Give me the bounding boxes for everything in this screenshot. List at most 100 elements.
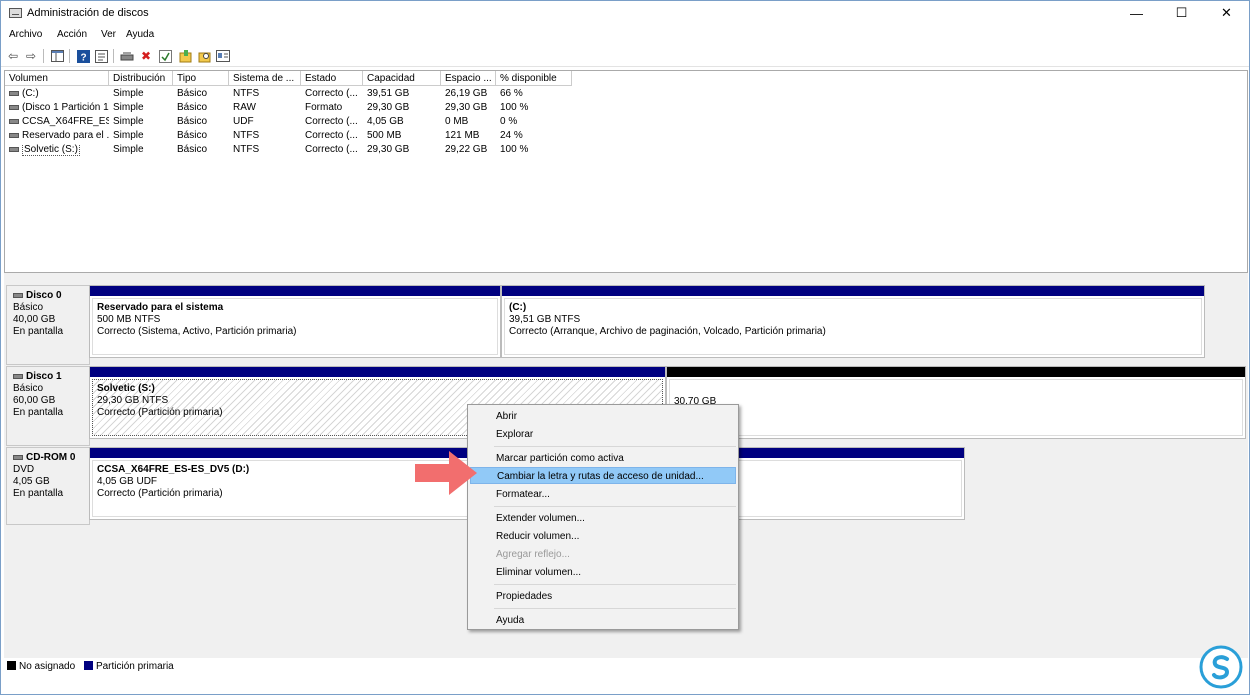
- legend: No asignado Partición primaria: [7, 661, 174, 673]
- unallocated-swatch: [7, 661, 16, 670]
- table-cell: Básico: [177, 130, 208, 141]
- menu-item-agregar-reflejo: Agregar reflejo...: [496, 549, 570, 560]
- cdrom-icon: [13, 454, 23, 460]
- pointer-arrow-icon: [415, 451, 477, 495]
- partition-c[interactable]: (C:) 39,51 GB NTFS Correcto (Arranque, A…: [501, 285, 1205, 358]
- menu-archivo[interactable]: Archivo: [9, 29, 42, 40]
- column-header-espacio[interactable]: Espacio ...: [441, 71, 496, 86]
- menu-item-cambiar-letra[interactable]: Cambiar la letra y rutas de acceso de un…: [470, 467, 736, 484]
- menu-item-eliminar[interactable]: Eliminar volumen...: [470, 564, 736, 581]
- menu-item-marcar-activa[interactable]: Marcar partición como activa: [470, 450, 736, 467]
- table-cell: Formato: [305, 102, 343, 113]
- table-cell: Correcto (...: [305, 144, 358, 155]
- disk-management-app-icon: [9, 8, 22, 18]
- help-icon[interactable]: ?: [75, 48, 91, 64]
- options-icon[interactable]: [215, 48, 231, 64]
- table-cell: 500 MB: [367, 130, 402, 141]
- volume-name-cell[interactable]: (Disco 1 Partición 1): [5, 102, 109, 116]
- column-header-estado[interactable]: Estado: [301, 71, 363, 86]
- menu-item-extender[interactable]: Extender volumen...: [470, 510, 736, 527]
- volume-name-cell[interactable]: (C:): [5, 88, 109, 102]
- table-cell: RAW: [233, 102, 256, 113]
- back-arrow-icon[interactable]: ⇦: [5, 48, 21, 64]
- toolbar: ⇦ ⇨ ? ✖: [1, 45, 1249, 67]
- new-folder-icon[interactable]: [177, 48, 193, 64]
- column-header-porcentaje[interactable]: % disponible: [496, 71, 572, 86]
- show-hide-console-tree-icon[interactable]: [49, 48, 65, 64]
- menu-item-propiedades[interactable]: Propiedades: [470, 588, 736, 605]
- disk-icon: [13, 292, 23, 298]
- table-cell: Correcto (...: [305, 116, 358, 127]
- table-cell: NTFS: [233, 144, 260, 155]
- column-header-sistema[interactable]: Sistema de ...: [229, 71, 301, 86]
- table-cell: Correcto (...: [305, 88, 358, 99]
- table-cell: 4,05 GB: [367, 116, 404, 127]
- context-menu: Abrir Explorar Marcar partición como act…: [467, 404, 739, 630]
- menu-item-ayuda[interactable]: Ayuda: [470, 612, 736, 629]
- table-cell: 29,30 GB: [367, 102, 410, 113]
- table-cell: Básico: [177, 102, 208, 113]
- menu-accion[interactable]: Acción: [57, 29, 87, 40]
- window-title: Administración de discos: [27, 7, 149, 19]
- table-cell: 0 MB: [445, 116, 469, 127]
- primary-partition-bar: [502, 286, 1204, 296]
- table-cell: 29,22 GB: [445, 144, 488, 155]
- table-cell: Simple: [113, 88, 144, 99]
- volume-list[interactable]: Volumen Distribución Tipo Sistema de ...…: [4, 70, 1248, 273]
- volume-icon: [9, 146, 19, 152]
- menu-item-reducir[interactable]: Reducir volumen...: [470, 528, 736, 545]
- table-cell: Simple: [113, 144, 144, 155]
- menu-item-abrir[interactable]: Abrir: [470, 408, 736, 425]
- table-cell: 100 %: [500, 144, 529, 155]
- volume-icon: [9, 104, 19, 110]
- forward-arrow-icon[interactable]: ⇨: [23, 48, 39, 64]
- close-button[interactable]: ✕: [1204, 1, 1249, 25]
- check-icon[interactable]: [157, 48, 173, 64]
- menu-ver[interactable]: Ver: [101, 29, 116, 40]
- volume-name-cell[interactable]: Reservado para el ...: [5, 130, 109, 144]
- minimize-button[interactable]: —: [1114, 1, 1159, 25]
- volume-icon: [9, 132, 19, 138]
- volume-name-cell[interactable]: Solvetic (S:): [5, 144, 109, 158]
- svg-text:?: ?: [80, 52, 86, 63]
- table-cell: 39,51 GB: [367, 88, 410, 99]
- delete-icon[interactable]: ✖: [138, 48, 154, 64]
- table-cell: Correcto (...: [305, 130, 358, 141]
- column-header-tipo[interactable]: Tipo: [173, 71, 229, 86]
- disk-icon: [13, 373, 23, 379]
- table-cell: NTFS: [233, 88, 260, 99]
- menu-item-explorar[interactable]: Explorar: [470, 426, 736, 443]
- volume-name-cell[interactable]: CCSA_X64FRE_ES-...: [5, 116, 109, 130]
- disk-0-label[interactable]: Disco 0 Básico 40,00 GB En pantalla: [6, 285, 90, 365]
- menu-bar: Archivo Acción Ver Ayuda: [1, 26, 1249, 44]
- table-cell: 24 %: [500, 130, 523, 141]
- table-cell: Básico: [177, 116, 208, 127]
- primary-partition-bar: [90, 286, 500, 296]
- table-cell: Simple: [113, 130, 144, 141]
- primary-partition-bar: [90, 367, 665, 377]
- table-cell: Simple: [113, 116, 144, 127]
- search-folder-icon[interactable]: [196, 48, 212, 64]
- table-cell: 100 %: [500, 102, 529, 113]
- legend-primary: Partición primaria: [95, 661, 174, 672]
- maximize-button[interactable]: ☐: [1159, 1, 1204, 25]
- partition-reservado[interactable]: Reservado para el sistema 500 MB NTFS Co…: [89, 285, 501, 358]
- primary-swatch: [83, 661, 93, 670]
- connect-drive-icon[interactable]: [119, 48, 135, 64]
- table-cell: 29,30 GB: [445, 102, 488, 113]
- table-cell: 0 %: [500, 116, 518, 127]
- table-cell: 29,30 GB: [367, 144, 410, 155]
- column-header-distribucion[interactable]: Distribución: [109, 71, 173, 86]
- cdrom-icon: [9, 118, 19, 124]
- title-bar[interactable]: Administración de discos — ☐ ✕: [1, 1, 1249, 25]
- partition-unallocated[interactable]: 30,70 GB: [666, 366, 1246, 439]
- cdrom-0-label[interactable]: CD-ROM 0 DVD 4,05 GB En pantalla: [6, 447, 90, 525]
- menu-ayuda[interactable]: Ayuda: [126, 29, 154, 40]
- table-cell: 26,19 GB: [445, 88, 488, 99]
- column-header-volumen[interactable]: Volumen: [5, 71, 109, 86]
- column-header-capacidad[interactable]: Capacidad: [363, 71, 441, 86]
- menu-item-formatear[interactable]: Formatear...: [470, 486, 736, 503]
- disk-1-label[interactable]: Disco 1 Básico 60,00 GB En pantalla: [6, 366, 90, 446]
- properties-icon[interactable]: [93, 48, 109, 64]
- table-cell: Básico: [177, 88, 208, 99]
